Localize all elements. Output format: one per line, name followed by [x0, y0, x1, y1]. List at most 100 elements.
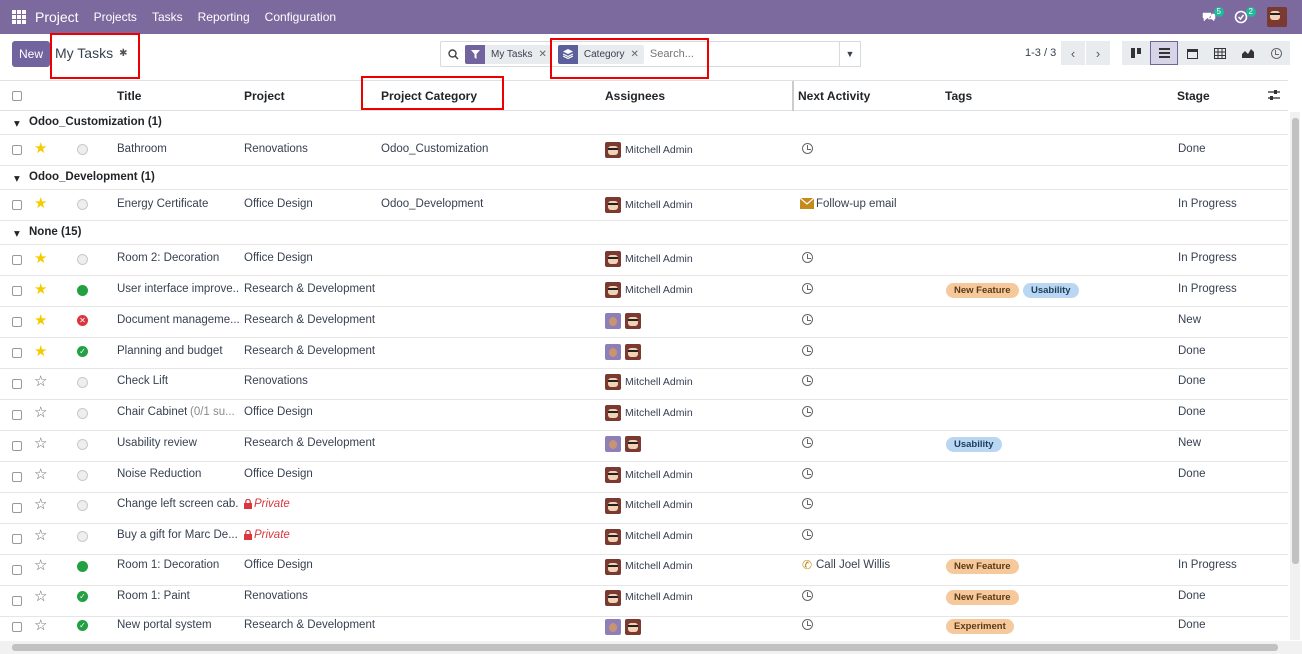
kanban-state-icon[interactable] [77, 561, 88, 572]
table-row[interactable]: ☆ Change left screen cab... Private Mitc… [0, 493, 1288, 524]
kanban-state-icon[interactable] [77, 377, 88, 388]
priority-star-icon[interactable]: ☆ [34, 436, 47, 451]
clock-icon[interactable] [802, 619, 813, 630]
remove-facet-icon[interactable]: ✕ [630, 49, 643, 60]
row-checkbox[interactable] [12, 410, 22, 420]
avatar[interactable] [605, 374, 621, 390]
table-row[interactable]: ★ Energy Certificate Office Design Odoo_… [0, 190, 1288, 221]
group-row[interactable]: ▾ Odoo_Development (1) [0, 166, 1288, 190]
clock-icon[interactable] [802, 529, 813, 540]
row-checkbox[interactable] [12, 200, 22, 210]
priority-star-icon[interactable]: ☆ [34, 405, 47, 420]
row-checkbox[interactable] [12, 534, 22, 544]
row-checkbox[interactable] [12, 145, 22, 155]
clock-icon[interactable] [802, 375, 813, 386]
done-state-icon[interactable]: ✓ [77, 346, 88, 357]
column-assignees[interactable]: Assignees [605, 89, 665, 103]
pager-value[interactable]: 1-3 / 3 [1025, 47, 1056, 59]
menu-projects[interactable]: Projects [94, 10, 137, 24]
table-row[interactable]: ☆ Noise Reduction Office Design Mitchell… [0, 462, 1288, 493]
priority-star-icon[interactable]: ★ [34, 313, 47, 328]
pager-next-button[interactable]: › [1086, 41, 1110, 65]
table-row[interactable]: ★ ✓ Planning and budget Research & Devel… [0, 338, 1288, 369]
avatar[interactable] [605, 142, 621, 158]
table-row[interactable]: ★ Room 2: Decoration Office Design Mitch… [0, 245, 1288, 276]
clock-icon[interactable] [802, 437, 813, 448]
view-calendar-button[interactable] [1178, 41, 1206, 65]
row-checkbox[interactable] [12, 348, 22, 358]
activity-summary[interactable]: Call Joel Willis [816, 559, 890, 571]
priority-star-icon[interactable]: ★ [34, 141, 47, 156]
clock-icon[interactable] [802, 468, 813, 479]
row-checkbox[interactable] [12, 286, 22, 296]
table-row[interactable]: ★ Bathroom Renovations Odoo_Customizatio… [0, 135, 1288, 166]
view-activity-button[interactable] [1262, 41, 1290, 65]
view-kanban-button[interactable] [1122, 41, 1150, 65]
kanban-state-icon[interactable] [77, 439, 88, 450]
gear-icon[interactable]: ✱ [119, 48, 127, 59]
priority-star-icon[interactable]: ★ [34, 282, 47, 297]
kanban-state-icon[interactable] [77, 531, 88, 542]
optional-columns-toggle[interactable] [1268, 89, 1280, 104]
user-avatar[interactable] [1266, 6, 1288, 28]
clock-icon[interactable] [802, 314, 813, 325]
priority-star-icon[interactable]: ★ [34, 251, 47, 266]
column-title[interactable]: Title [117, 89, 141, 103]
avatar[interactable] [625, 313, 641, 329]
kanban-state-icon[interactable] [77, 199, 88, 210]
activities-icon[interactable]: 2 [1230, 6, 1256, 28]
menu-tasks[interactable]: Tasks [152, 10, 183, 24]
group-row[interactable]: ▾ Odoo_Customization (1) [0, 111, 1288, 135]
table-row[interactable]: ☆ Buy a gift for Marc De... Private Mitc… [0, 524, 1288, 555]
done-state-icon[interactable]: ✓ [77, 620, 88, 631]
column-stage[interactable]: Stage [1177, 89, 1210, 103]
column-tags[interactable]: Tags [945, 89, 972, 103]
kanban-state-icon[interactable] [77, 144, 88, 155]
table-row[interactable]: ☆ ✓ New portal system Research & Develop… [0, 617, 1288, 641]
clock-icon[interactable] [802, 498, 813, 509]
select-all-checkbox[interactable] [12, 91, 22, 101]
kanban-state-icon[interactable] [77, 408, 88, 419]
apps-menu-icon[interactable] [12, 10, 26, 24]
row-checkbox[interactable] [12, 503, 22, 513]
search-input[interactable] [649, 48, 770, 60]
avatar[interactable] [605, 619, 621, 635]
search-options-toggle[interactable]: ▼ [839, 41, 861, 67]
table-row[interactable]: ☆ Check Lift Renovations Mitchell Admin … [0, 369, 1288, 400]
vertical-scrollbar-thumb[interactable] [1292, 118, 1299, 564]
row-checkbox[interactable] [12, 379, 22, 389]
search-icon[interactable] [441, 48, 465, 60]
avatar[interactable] [605, 590, 621, 606]
row-checkbox[interactable] [12, 441, 22, 451]
table-row[interactable]: ☆ Usability review Research & Developmen… [0, 431, 1288, 462]
column-project-category[interactable]: Project Category [381, 89, 477, 103]
priority-star-icon[interactable]: ☆ [34, 528, 47, 543]
clock-icon[interactable] [802, 590, 813, 601]
avatar[interactable] [605, 282, 621, 298]
avatar[interactable] [605, 498, 621, 514]
clock-icon[interactable] [802, 252, 813, 263]
row-checkbox[interactable] [12, 622, 22, 632]
row-checkbox[interactable] [12, 255, 22, 265]
kanban-state-icon[interactable] [77, 254, 88, 265]
avatar[interactable] [625, 619, 641, 635]
avatar[interactable] [605, 559, 621, 575]
clock-icon[interactable] [802, 406, 813, 417]
priority-star-icon[interactable]: ★ [34, 344, 47, 359]
priority-star-icon[interactable]: ☆ [34, 618, 47, 633]
clock-icon[interactable] [802, 283, 813, 294]
kanban-state-icon[interactable] [77, 470, 88, 481]
avatar[interactable] [605, 436, 621, 452]
view-graph-button[interactable] [1234, 41, 1262, 65]
avatar[interactable] [605, 344, 621, 360]
avatar[interactable] [605, 467, 621, 483]
row-checkbox[interactable] [12, 596, 22, 606]
priority-star-icon[interactable]: ☆ [34, 467, 47, 482]
avatar[interactable] [625, 436, 641, 452]
column-project[interactable]: Project [244, 89, 285, 103]
priority-star-icon[interactable]: ☆ [34, 497, 47, 512]
activity-summary[interactable]: Follow-up email [816, 198, 897, 210]
app-name[interactable]: Project [35, 9, 79, 25]
avatar[interactable] [605, 529, 621, 545]
kanban-state-icon[interactable] [77, 500, 88, 511]
